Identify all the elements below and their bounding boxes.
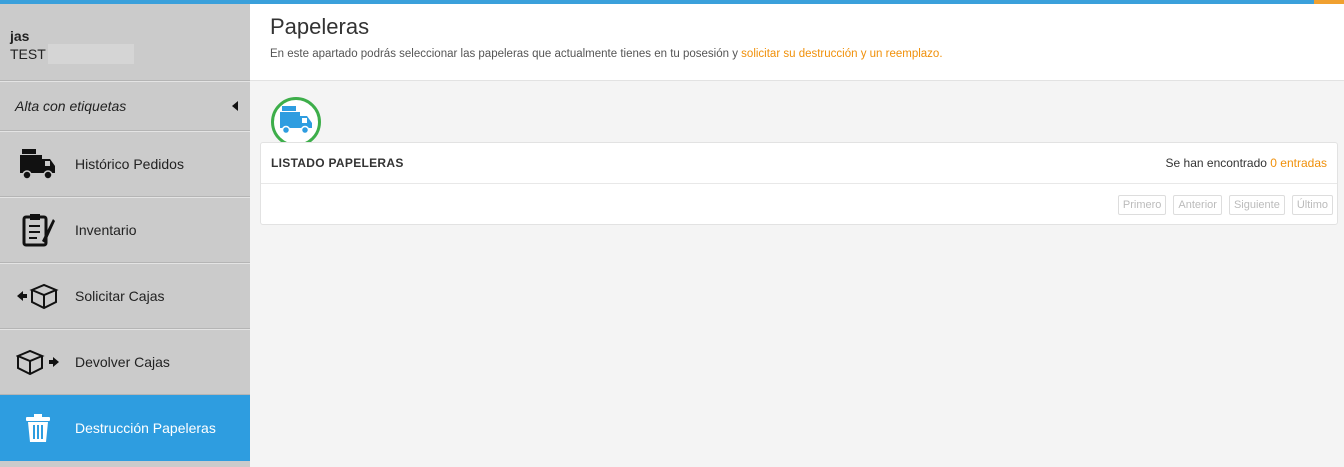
- sidebar-item-label: Solicitar Cajas: [75, 288, 165, 304]
- previous-page-button[interactable]: Anterior: [1173, 195, 1222, 215]
- sidebar-item-destruccion-papeleras[interactable]: Destrucción Papeleras: [0, 395, 250, 461]
- user-info: jas TEST: [0, 4, 250, 81]
- papeleras-list-panel: LISTADO PAPELERAS Se han encontrado 0 en…: [260, 142, 1338, 225]
- entries-count: Se han encontrado 0 entradas: [1166, 156, 1327, 170]
- blue-truck-icon: [278, 105, 314, 140]
- sidebar: jas TEST Alta con etiquetas Histórico Pe…: [0, 4, 250, 467]
- sidebar-item-label: Destrucción Papeleras: [75, 420, 216, 436]
- subtitle-text: En este apartado podrás seleccionar las …: [270, 48, 742, 60]
- box-arrow-out-icon: [0, 348, 75, 376]
- clipboard-pen-icon: [0, 213, 75, 247]
- page-subtitle: En este apartado podrás seleccionar las …: [270, 48, 1324, 60]
- trash-bin-icon: [0, 413, 75, 443]
- sidebar-item-label: Alta con etiquetas: [15, 98, 127, 114]
- delivery-truck-icon: [0, 147, 75, 181]
- last-page-button[interactable]: Último: [1291, 195, 1333, 215]
- sidebar-item-label: Inventario: [75, 222, 137, 238]
- entries-count-prefix: Se han encontrado: [1165, 156, 1271, 170]
- main-content: Papeleras En este apartado podrás selecc…: [250, 4, 1344, 467]
- panel-header: LISTADO PAPELERAS Se han encontrado 0 en…: [261, 143, 1337, 184]
- user-company-label: TEST: [10, 46, 46, 62]
- sidebar-item-label: Devolver Cajas: [75, 354, 170, 370]
- pagination: Primero Anterior Siguiente Último: [261, 184, 1337, 215]
- redacted-block: [47, 44, 134, 64]
- caret-left-icon: [232, 101, 238, 111]
- sidebar-item-alta-con-etiquetas[interactable]: Alta con etiquetas: [0, 81, 250, 131]
- sidebar-item-label: Histórico Pedidos: [75, 156, 184, 172]
- page-title: Papeleras: [270, 14, 370, 39]
- first-page-button[interactable]: Primero: [1117, 195, 1167, 215]
- sidebar-item-solicitar-cajas[interactable]: Solicitar Cajas: [0, 263, 250, 329]
- box-arrow-in-icon: [0, 282, 75, 310]
- destruction-request-link[interactable]: solicitar su destrucción y un reemplazo.: [741, 48, 942, 60]
- next-page-button[interactable]: Siguiente: [1228, 195, 1285, 215]
- user-company: TEST: [10, 44, 250, 64]
- entries-count-value: 0 entradas: [1270, 156, 1327, 170]
- panel-title: LISTADO PAPELERAS: [271, 156, 404, 170]
- sidebar-item-historico-pedidos[interactable]: Histórico Pedidos: [0, 131, 250, 197]
- page-header: Papeleras En este apartado podrás selecc…: [250, 4, 1344, 81]
- sidebar-item-devolver-cajas[interactable]: Devolver Cajas: [0, 329, 250, 395]
- sidebar-item-inventario[interactable]: Inventario: [0, 197, 250, 263]
- request-truck-button[interactable]: [271, 97, 321, 147]
- user-name: jas: [10, 28, 30, 44]
